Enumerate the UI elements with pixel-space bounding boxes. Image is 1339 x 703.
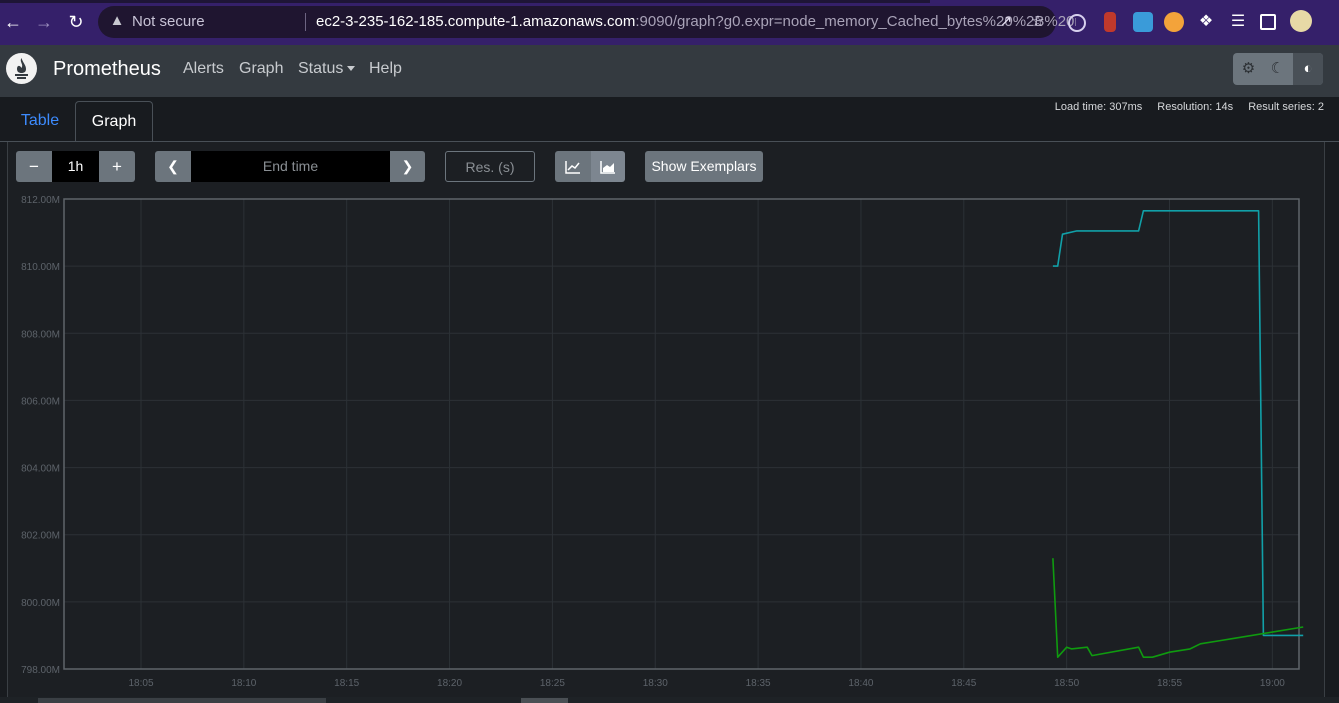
- x-tick-label: 18:40: [848, 678, 873, 689]
- series-layer: [1052, 210, 1304, 659]
- series-line-1: [1052, 210, 1304, 637]
- x-tick-label: 18:35: [746, 678, 771, 689]
- scrollbar-thumb[interactable]: [521, 698, 568, 703]
- x-tick-label: 18:30: [643, 678, 668, 689]
- x-tick-label: 18:25: [540, 678, 565, 689]
- x-tick-label: 18:10: [231, 678, 256, 689]
- y-tick-label: 802.00M: [21, 531, 60, 542]
- y-tick-label: 806.00M: [21, 396, 60, 407]
- x-tick-label: 18:45: [951, 678, 976, 689]
- chart-gridlines: [64, 198, 1299, 670]
- x-tick-label: 18:15: [334, 678, 359, 689]
- series-line-2: [1052, 558, 1304, 659]
- x-tick-label: 18:55: [1157, 678, 1182, 689]
- graph-chart: 812.00M 810.00M 808.00M 806.00M 804.00M 802.0…: [21, 195, 1304, 689]
- x-tick-label: 18:50: [1054, 678, 1079, 689]
- y-tick-label: 812.00M: [21, 195, 60, 206]
- x-tick-label: 19:00: [1260, 678, 1285, 689]
- y-tick-label: 804.00M: [21, 464, 60, 475]
- y-tick-label: 800.00M: [21, 598, 60, 609]
- y-tick-label: 810.00M: [21, 262, 60, 273]
- x-axis-labels: 18:05 18:10 18:15 18:20 18:25 18:30 18:35 18:40…: [128, 678, 1285, 689]
- y-tick-label: 808.00M: [21, 329, 60, 340]
- horizontal-scrollbar[interactable]: [0, 697, 1339, 703]
- scrollbar-track-segment[interactable]: [38, 698, 326, 703]
- x-tick-label: 18:20: [437, 678, 462, 689]
- y-tick-label: 798.00M: [21, 665, 60, 676]
- plot-frame: [63, 198, 1300, 670]
- y-axis-labels: 812.00M 810.00M 808.00M 806.00M 804.00M 802.0…: [21, 195, 60, 676]
- x-tick-label: 18:05: [128, 678, 153, 689]
